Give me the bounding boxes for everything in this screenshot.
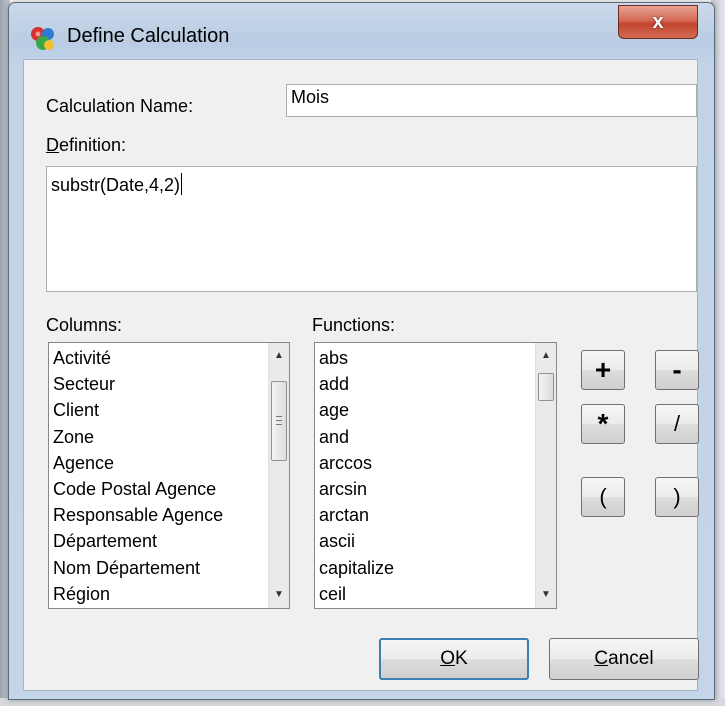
columns-scrollbar[interactable]: ▲ ▼: [268, 343, 289, 608]
scroll-up-arrow-icon[interactable]: ▲: [269, 345, 289, 367]
scroll-down-arrow-icon[interactable]: ▼: [269, 584, 289, 606]
calculation-app-icon: [31, 27, 54, 50]
cancel-button[interactable]: Cancel: [549, 638, 699, 680]
calculation-name-input[interactable]: Mois: [286, 84, 697, 117]
open-paren-button[interactable]: (: [581, 477, 625, 517]
columns-label: Columns:: [46, 315, 123, 335]
definition-label: Definition:: [46, 135, 126, 156]
scroll-up-arrow-icon[interactable]: ▲: [536, 345, 556, 367]
column-item[interactable]: Responsable Agence: [53, 502, 267, 528]
function-item[interactable]: ascii: [319, 528, 534, 554]
functions-label: Functions:: [312, 315, 396, 335]
define-calculation-dialog: Define Calculation x Calculation Name: M…: [8, 2, 715, 700]
column-item[interactable]: Secteur: [53, 371, 267, 397]
close-paren-button[interactable]: ): [655, 477, 699, 517]
text-caret: [181, 173, 183, 195]
dialog-client-area: Calculation Name: Mois Definition: subst…: [23, 59, 699, 691]
function-item[interactable]: ceil: [319, 581, 534, 607]
functions-listbox[interactable]: abs add age and arccos arcsin arctan asc…: [314, 342, 557, 609]
minus-button[interactable]: -: [655, 350, 699, 390]
columns-list: Activité Secteur Client Zone Agence Code…: [53, 345, 267, 607]
definition-textarea[interactable]: substr(Date,4,2): [46, 166, 697, 292]
function-item[interactable]: age: [319, 397, 534, 423]
cancel-accelerator: C: [594, 648, 609, 669]
function-item[interactable]: add: [319, 371, 534, 397]
definition-value: substr(Date,4,2): [51, 175, 181, 195]
function-item[interactable]: arctan: [319, 502, 534, 528]
close-button[interactable]: x: [618, 5, 698, 39]
calculation-name-label: Calculation Name:: [46, 96, 194, 116]
cancel-label: ancel: [608, 648, 654, 669]
scrollbar-grip: [276, 424, 282, 425]
functions-list: abs add age and arccos arcsin arctan asc…: [319, 345, 534, 607]
ok-accelerator: O: [440, 648, 456, 669]
column-item[interactable]: Région: [53, 581, 267, 607]
definition-label-accelerator: D: [46, 135, 59, 155]
columns-listbox[interactable]: Activité Secteur Client Zone Agence Code…: [48, 342, 290, 609]
functions-scrollbar-thumb[interactable]: [538, 373, 554, 401]
scroll-down-arrow-icon[interactable]: ▼: [536, 584, 556, 606]
columns-scrollbar-thumb[interactable]: [271, 381, 287, 461]
ok-button[interactable]: OK: [379, 638, 529, 680]
function-item[interactable]: arcsin: [319, 476, 534, 502]
divide-button[interactable]: /: [655, 404, 699, 444]
column-item[interactable]: Département: [53, 528, 267, 554]
column-item[interactable]: Zone: [53, 424, 267, 450]
function-item[interactable]: and: [319, 424, 534, 450]
functions-scrollbar[interactable]: ▲ ▼: [535, 343, 556, 608]
ok-label: K: [455, 648, 468, 669]
function-item[interactable]: abs: [319, 345, 534, 371]
column-item[interactable]: Activité: [53, 345, 267, 371]
scrollbar-grip: [276, 416, 282, 417]
column-item[interactable]: Nom Département: [53, 555, 267, 581]
title-bar: Define Calculation x: [9, 3, 714, 63]
window-title: Define Calculation: [67, 25, 230, 47]
column-item[interactable]: Code Postal Agence: [53, 476, 267, 502]
function-item[interactable]: capitalize: [319, 555, 534, 581]
definition-label-text: efinition:: [59, 135, 127, 155]
column-item[interactable]: Agence: [53, 450, 267, 476]
column-item[interactable]: Client: [53, 397, 267, 423]
calculation-name-value: Mois: [291, 87, 330, 107]
multiply-button[interactable]: *: [581, 404, 625, 444]
close-icon: x: [652, 11, 664, 33]
plus-button[interactable]: +: [581, 350, 625, 390]
scrollbar-grip: [276, 420, 282, 421]
function-item[interactable]: arccos: [319, 450, 534, 476]
